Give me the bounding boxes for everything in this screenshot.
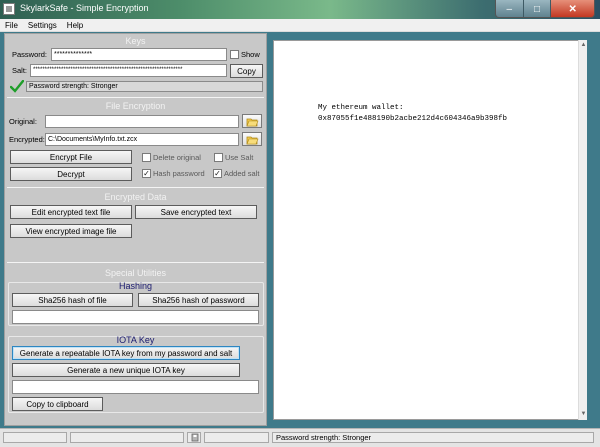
hash-password-label: Hash password	[153, 169, 205, 178]
show-password-label: Show	[241, 50, 260, 59]
left-panel: Keys Password: ************** Show Salt:…	[4, 33, 267, 426]
menu-file[interactable]: File	[0, 21, 23, 30]
title-bar: SkylarkSafe - Simple Encryption – □ ✕	[0, 0, 600, 19]
keys-title: Keys	[125, 36, 146, 46]
encrypt-file-button[interactable]: Encrypt File	[10, 150, 132, 164]
password-input[interactable]: **************	[51, 48, 227, 61]
iota-key-title: IOTA Key	[116, 335, 155, 345]
salt-label: Salt:	[12, 66, 28, 75]
vertical-scrollbar[interactable]: ▲ ▼	[578, 40, 587, 420]
scroll-down-icon[interactable]: ▼	[580, 411, 587, 418]
added-salt-checkbox[interactable]: ✓	[213, 169, 222, 178]
generate-unique-iota-button[interactable]: Generate a new unique IOTA key	[12, 363, 240, 377]
encrypted-label: Encrypted:	[9, 135, 45, 144]
separator	[7, 187, 264, 188]
edit-encrypted-text-button[interactable]: Edit encrypted text file	[10, 205, 132, 219]
separator	[7, 262, 264, 263]
delete-original-checkbox[interactable]	[142, 153, 151, 162]
special-utilities-title: Special Utilities	[104, 268, 167, 278]
status-panel-2	[70, 432, 184, 443]
menu-settings[interactable]: Settings	[23, 21, 62, 30]
open-folder-icon	[246, 136, 259, 145]
use-salt-label: Use Salt	[225, 153, 254, 162]
status-icon-panel	[187, 432, 201, 443]
sha256-password-button[interactable]: Sha256 hash of password	[138, 293, 259, 307]
password-strength-field: Password strength: Stronger	[26, 81, 263, 92]
file-encryption-title: File Encryption	[105, 101, 166, 111]
encrypted-file-input[interactable]: C:\Documents\MyInfo.txt.zcx	[45, 133, 239, 146]
hashing-title: Hashing	[118, 281, 153, 291]
generate-repeatable-iota-button[interactable]: Generate a repeatable IOTA key from my p…	[12, 346, 240, 360]
status-panel-1	[3, 432, 67, 443]
editor-content[interactable]: My ethereum wallet: 0x87055f1e488190b2ac…	[318, 103, 507, 125]
original-label: Original:	[9, 117, 37, 126]
status-panel-3	[204, 432, 269, 443]
password-label: Password:	[12, 50, 48, 59]
scroll-up-icon[interactable]: ▲	[580, 42, 587, 49]
separator	[7, 97, 264, 98]
save-encrypted-text-button[interactable]: Save encrypted text	[135, 205, 257, 219]
decrypt-button[interactable]: Decrypt	[10, 167, 132, 181]
menu-bar: File Settings Help	[0, 19, 600, 32]
hash-password-checkbox[interactable]: ✓	[142, 169, 151, 178]
browse-original-button[interactable]	[242, 114, 262, 128]
status-bar: Password strength: Stronger	[0, 428, 600, 447]
use-salt-checkbox[interactable]	[214, 153, 223, 162]
status-strength: Password strength: Stronger	[272, 432, 594, 443]
added-salt-label: Added salt	[224, 169, 260, 178]
delete-original-label: Delete original	[153, 153, 201, 162]
copy-to-clipboard-button[interactable]: Copy to clipboard	[12, 397, 103, 411]
window-title: SkylarkSafe - Simple Encryption	[20, 3, 149, 13]
original-file-input[interactable]	[45, 115, 239, 128]
show-password-checkbox[interactable]	[230, 50, 239, 59]
menu-help[interactable]: Help	[62, 21, 88, 30]
minimize-button[interactable]: –	[496, 0, 523, 17]
app-icon[interactable]	[3, 3, 15, 15]
iota-output-field[interactable]	[12, 380, 259, 394]
browse-encrypted-button[interactable]	[242, 132, 262, 146]
hash-output-field[interactable]	[12, 310, 259, 324]
encrypted-data-title: Encrypted Data	[104, 192, 167, 202]
salt-input[interactable]: ****************************************…	[30, 64, 227, 77]
disk-icon	[191, 433, 199, 442]
sha256-file-button[interactable]: Sha256 hash of file	[12, 293, 133, 307]
text-editor[interactable]: My ethereum wallet: 0x87055f1e488190b2ac…	[273, 40, 586, 420]
checkmark-icon	[9, 79, 25, 93]
window-controls: – □ ✕	[495, 0, 595, 18]
open-folder-icon	[246, 118, 259, 127]
view-encrypted-image-button[interactable]: View encrypted image file	[10, 224, 132, 238]
close-button[interactable]: ✕	[550, 0, 594, 17]
copy-salt-button[interactable]: Copy	[230, 64, 263, 78]
maximize-button[interactable]: □	[522, 0, 551, 17]
